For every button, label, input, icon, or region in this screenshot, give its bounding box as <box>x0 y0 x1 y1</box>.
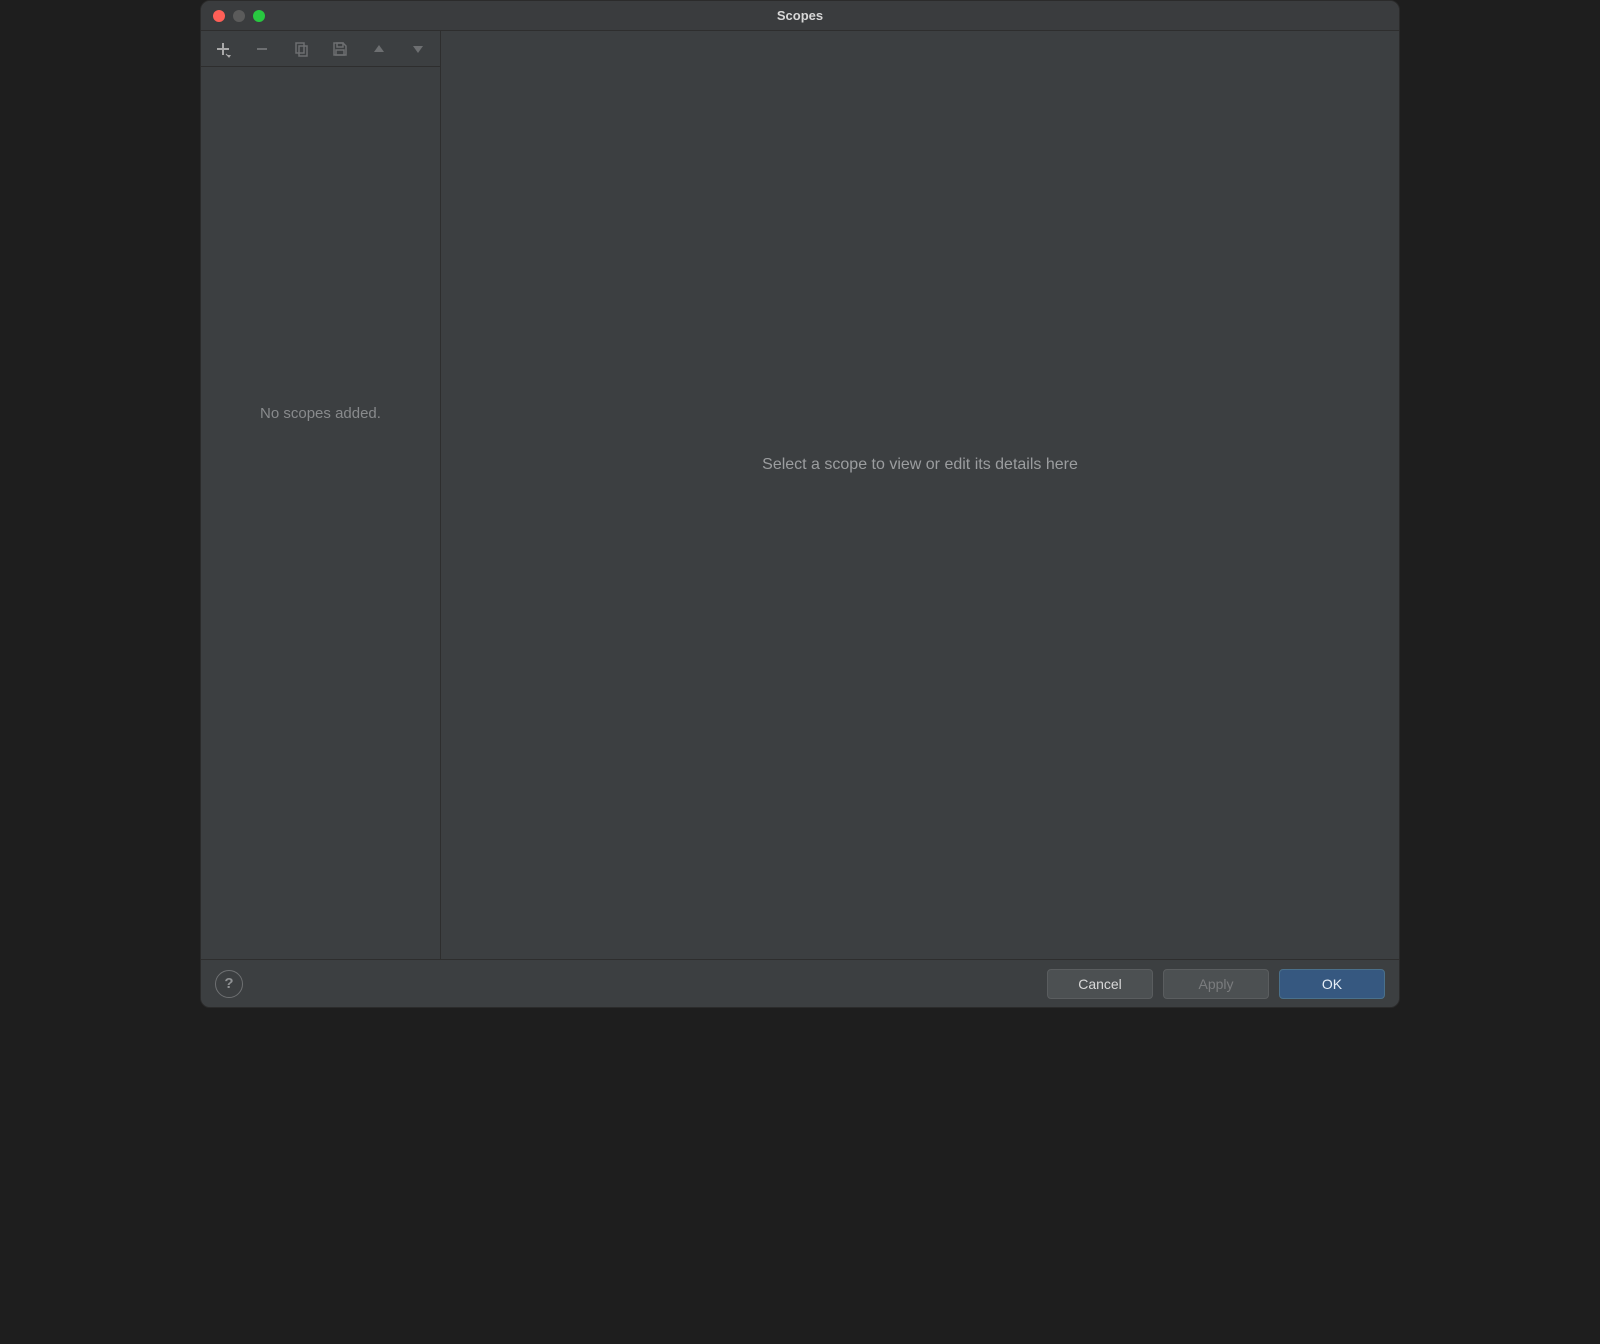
dialog-content: No scopes added. Select a scope to view … <box>201 31 1399 959</box>
apply-button[interactable]: Apply <box>1163 969 1269 999</box>
ok-button-label: OK <box>1322 976 1342 992</box>
save-scope-button[interactable] <box>329 37 352 61</box>
main-panel: Select a scope to view or edit its detai… <box>441 31 1399 959</box>
move-down-button[interactable] <box>407 37 430 61</box>
traffic-lights <box>201 10 265 22</box>
help-button[interactable]: ? <box>215 970 243 998</box>
maximize-window-button[interactable] <box>253 10 265 22</box>
minimize-window-button[interactable] <box>233 10 245 22</box>
copy-scope-button[interactable] <box>289 37 312 61</box>
sidebar: No scopes added. <box>201 31 441 959</box>
window-title: Scopes <box>201 8 1399 23</box>
sidebar-empty-text: No scopes added. <box>260 405 381 422</box>
help-icon: ? <box>224 975 233 992</box>
scopes-dialog: Scopes <box>200 0 1400 1008</box>
add-scope-button[interactable] <box>211 37 234 61</box>
dialog-footer: ? Cancel Apply OK <box>201 959 1399 1007</box>
main-placeholder-text: Select a scope to view or edit its detai… <box>762 456 1078 474</box>
apply-button-label: Apply <box>1198 976 1233 992</box>
remove-scope-button[interactable] <box>250 37 273 61</box>
sidebar-toolbar <box>201 31 440 67</box>
sidebar-body: No scopes added. <box>201 67 440 959</box>
cancel-button-label: Cancel <box>1078 976 1122 992</box>
move-up-button[interactable] <box>368 37 391 61</box>
close-window-button[interactable] <box>213 10 225 22</box>
ok-button[interactable]: OK <box>1279 969 1385 999</box>
cancel-button[interactable]: Cancel <box>1047 969 1153 999</box>
titlebar: Scopes <box>201 1 1399 31</box>
